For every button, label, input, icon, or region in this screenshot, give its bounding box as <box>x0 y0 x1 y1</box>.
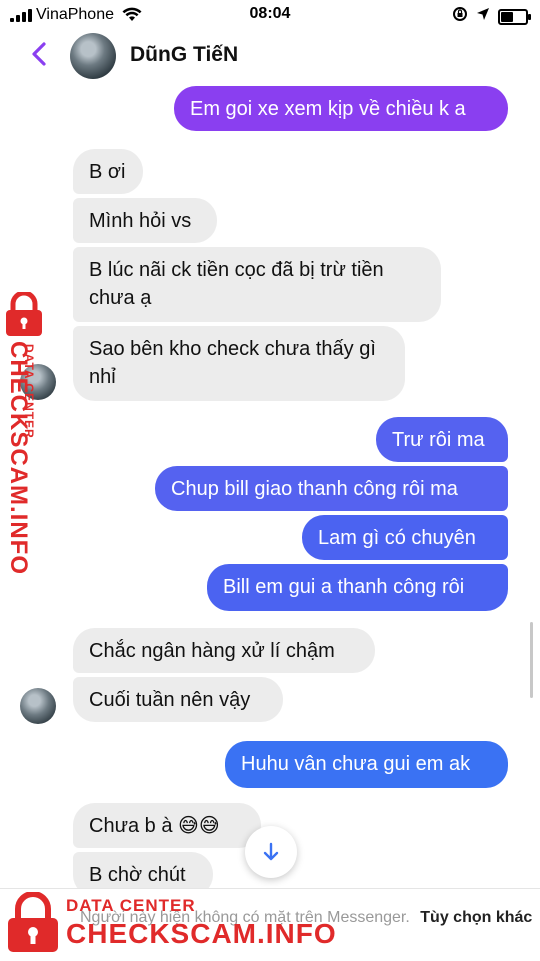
watermark-subtitle: DATA CENTER <box>66 896 196 915</box>
orientation-lock-icon <box>452 6 468 27</box>
watermark-brand: CHECKSCAM.INFO <box>66 918 337 949</box>
message-bubble-outgoing[interactable]: Bill em gui a thanh công rôi <box>207 564 508 611</box>
watermark-lock-icon <box>6 891 62 959</box>
more-options-link[interactable]: Tùy chọn khác <box>420 909 532 926</box>
arrow-down-icon <box>263 842 279 861</box>
contact-avatar-small <box>20 688 56 724</box>
location-icon <box>476 7 490 26</box>
contact-avatar[interactable] <box>70 33 116 79</box>
contact-name[interactable]: DũnG TiếN <box>130 43 238 67</box>
message-bubble-incoming[interactable]: Cuối tuần nên vậy <box>73 677 283 722</box>
watermark-lock-icon <box>4 290 60 343</box>
battery-icon <box>498 8 531 25</box>
watermark-subtitle-vertical: DATA CENTER <box>22 344 36 439</box>
message-bubble-outgoing[interactable]: Chup bill giao thanh công rôi ma <box>155 466 508 511</box>
scroll-to-bottom-button[interactable] <box>245 826 297 878</box>
message-bubble-outgoing[interactable]: Huhu vân chưa gui em ak <box>225 741 508 788</box>
status-bar: VinaPhone 08:04 <box>0 0 540 30</box>
chat-header: DũnG TiếN <box>0 30 540 80</box>
message-bubble-incoming[interactable]: Chắc ngân hàng xử lí chậm <box>73 628 375 673</box>
message-bubble-incoming[interactable]: B ơi <box>73 149 143 194</box>
message-bubble-incoming[interactable]: Sao bên kho check chưa thấy gì nhỉ <box>73 326 405 401</box>
message-bubble-incoming[interactable]: Chưa b à 😅😅 <box>73 803 261 848</box>
message-bubble-incoming[interactable]: B lúc nãi ck tiền cọc đã bị trừ tiền chư… <box>73 247 441 322</box>
message-bubble-incoming[interactable]: Mình hỏi vs <box>73 198 217 243</box>
scrollbar[interactable] <box>530 622 533 698</box>
message-bubble-outgoing[interactable]: Em goi xe xem kịp về chiều k a <box>174 86 508 131</box>
message-bubble-outgoing[interactable]: Trư rôi ma <box>376 417 508 462</box>
message-bubble-outgoing[interactable]: Lam gì có chuyên <box>302 515 508 560</box>
back-icon[interactable] <box>26 38 56 70</box>
